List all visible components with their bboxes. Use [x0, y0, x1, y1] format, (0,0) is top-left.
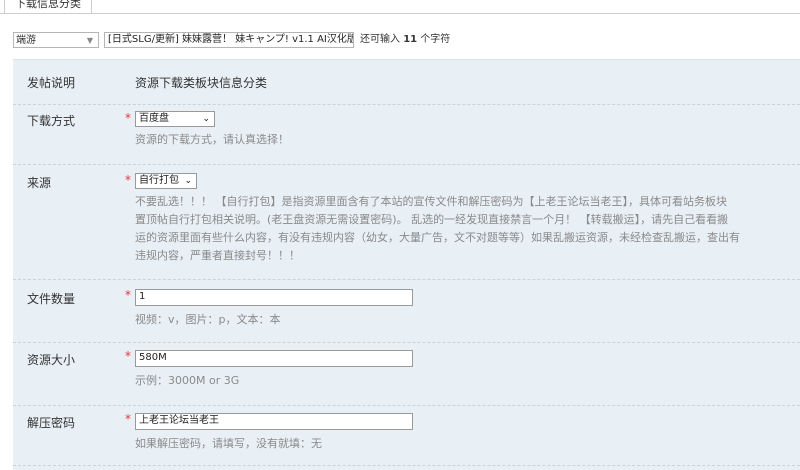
remaining-count: 11: [403, 34, 418, 45]
chevron-down-icon: ▼: [86, 36, 93, 45]
subject-row: 端游 ▼ [日式SLG/更新] 妹妹露营！ 妹キャンプ! v1.1 AI汉化版 …: [0, 30, 800, 50]
tab-bar: 下载信息分类: [0, 0, 800, 14]
unzip-password-input[interactable]: 上老王论坛当老王: [135, 413, 413, 430]
required-mark: *: [125, 111, 131, 125]
thread-type-value: 端游: [16, 35, 36, 46]
download-method-value: 百度盘: [139, 113, 169, 124]
row-unzip-password: 解压密码 * 上老王论坛当老王 如果解压密码，请填写，没有就填：无: [13, 405, 800, 466]
required-mark: *: [125, 349, 131, 363]
required-mark: *: [125, 288, 131, 302]
required-mark: *: [125, 173, 131, 187]
post-note-label: 发帖说明: [27, 76, 76, 90]
file-count-input[interactable]: 1: [135, 289, 413, 306]
source-label: 来源: [27, 176, 52, 190]
remaining-chars: 还可输入 11 个字符: [360, 32, 450, 48]
password-label: 解压密码: [27, 416, 76, 430]
required-mark: *: [125, 412, 131, 426]
subject-input[interactable]: [日式SLG/更新] 妹妹露营！ 妹キャンプ! v1.1 AI汉化版: [104, 32, 354, 48]
file-count-label: 文件数量: [27, 292, 76, 306]
chevron-down-icon: ⌄: [202, 114, 210, 124]
source-select[interactable]: 自行打包 ⌄: [135, 173, 197, 189]
size-hint: 示例：3000M or 3G: [135, 374, 240, 387]
source-hint-line: 运的资源里面有些什么内容，有没有违规内容（幼女，大量广告，文不对题等等）如果乱搬…: [135, 231, 740, 244]
post-note-value: 资源下载类板块信息分类: [135, 76, 268, 90]
info-form: 发帖说明 资源下载类板块信息分类 下载方式 * 百度盘 ⌄ 资源的下载方式，请认…: [13, 59, 800, 470]
remaining-prefix: 还可输入: [360, 34, 400, 45]
source-value: 自行打包: [139, 175, 179, 186]
resource-size-input[interactable]: 580M: [135, 350, 413, 367]
source-hint-line: 置顶帖自行打包相关说明。(老王盘资源无需设置密码)。 乱选的一经发现直接禁言一个…: [135, 213, 729, 226]
download-method-select[interactable]: 百度盘 ⌄: [135, 111, 215, 127]
tab-download-info[interactable]: 下载信息分类: [4, 0, 92, 13]
row-post-note: 发帖说明 资源下载类板块信息分类: [13, 60, 800, 105]
row-file-count: 文件数量 * 1 视频：v，图片：p，文本：本: [13, 279, 800, 343]
remaining-suffix: 个字符: [420, 34, 451, 45]
size-label: 资源大小: [27, 353, 76, 367]
file-count-hint: 视频：v，图片：p，文本：本: [135, 313, 281, 326]
password-hint: 如果解压密码，请填写，没有就填：无: [135, 437, 322, 450]
row-source: 来源 * 自行打包 ⌄ 不要乱选！！！ 【自行打包】是指资源里面含有了本站的宣传…: [13, 164, 800, 280]
source-hint-line: 违规内容，严重者直接封号！！！: [135, 249, 300, 262]
download-hint: 资源的下载方式，请认真选择！: [135, 133, 289, 146]
thread-type-select[interactable]: 端游 ▼: [13, 32, 99, 48]
row-resource-size: 资源大小 * 580M 示例：3000M or 3G: [13, 342, 800, 406]
source-hint-line: 不要乱选！！！ 【自行打包】是指资源里面含有了本站的宣传文件和解压密码为【上老王…: [135, 195, 727, 208]
download-label: 下载方式: [27, 114, 76, 128]
row-download-method: 下载方式 * 百度盘 ⌄ 资源的下载方式，请认真选择！: [13, 104, 800, 165]
chevron-down-icon: ⌄: [184, 176, 192, 186]
